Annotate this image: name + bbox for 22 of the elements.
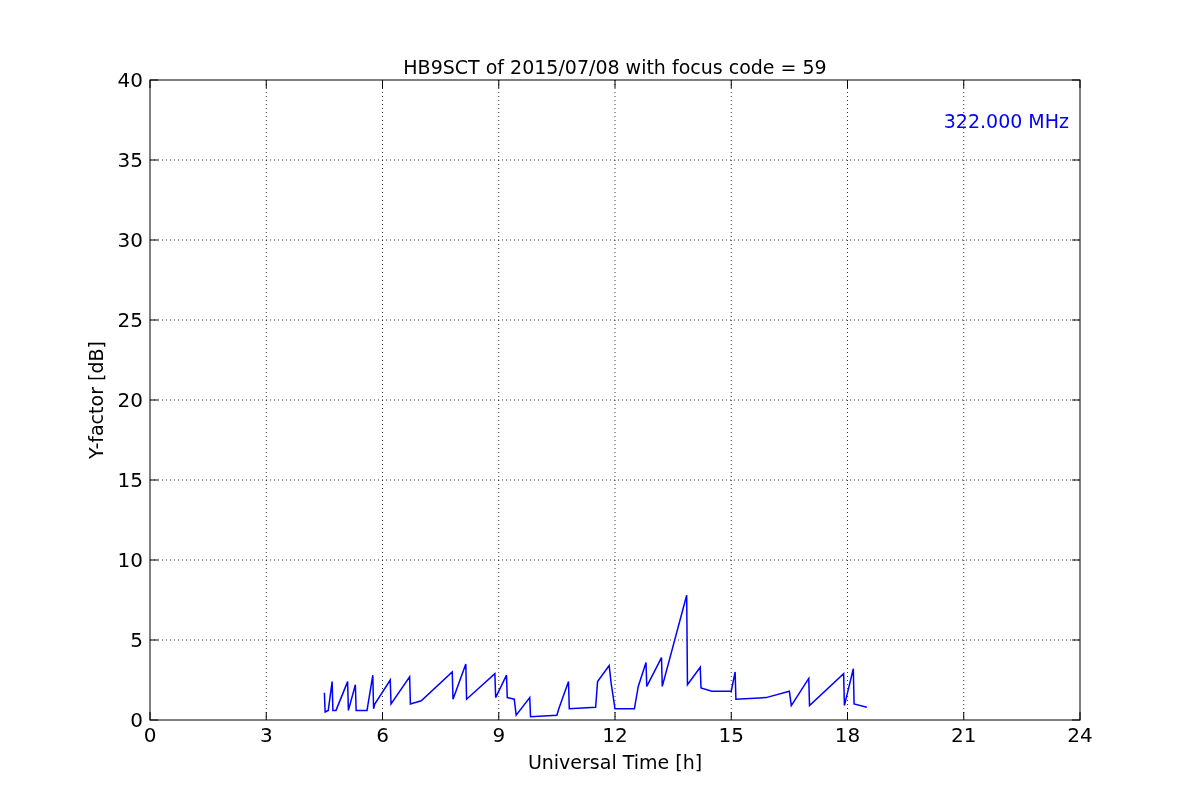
tick-label: 21 [951, 723, 977, 747]
tick-label: 0 [143, 723, 157, 747]
chart-title: HB9SCT of 2015/07/08 with focus code = 59 [403, 56, 827, 78]
tick-label: 35 [117, 148, 143, 172]
tick-label: 0 [130, 708, 143, 732]
tick-label: 5 [130, 628, 143, 652]
tick-label: 18 [834, 723, 861, 747]
axis-label: Universal Time [h] [527, 751, 703, 773]
legend-label: 322.000 MHz [943, 110, 1069, 132]
tick-label: 24 [1067, 723, 1093, 747]
tick-label: 3 [259, 723, 273, 747]
tick-label: 40 [117, 68, 143, 92]
tick-label: 15 [718, 723, 744, 747]
tick-label: 6 [376, 723, 389, 747]
tick-label: 25 [117, 308, 143, 332]
tick-label: 12 [602, 723, 628, 747]
axis-label: Y-factor [dB] [85, 341, 107, 459]
tick-label: 30 [117, 228, 143, 252]
tick-label: 15 [117, 468, 143, 492]
tick-label: 10 [117, 548, 143, 572]
tick-label: 9 [492, 723, 506, 747]
tick-label: 20 [117, 388, 143, 412]
